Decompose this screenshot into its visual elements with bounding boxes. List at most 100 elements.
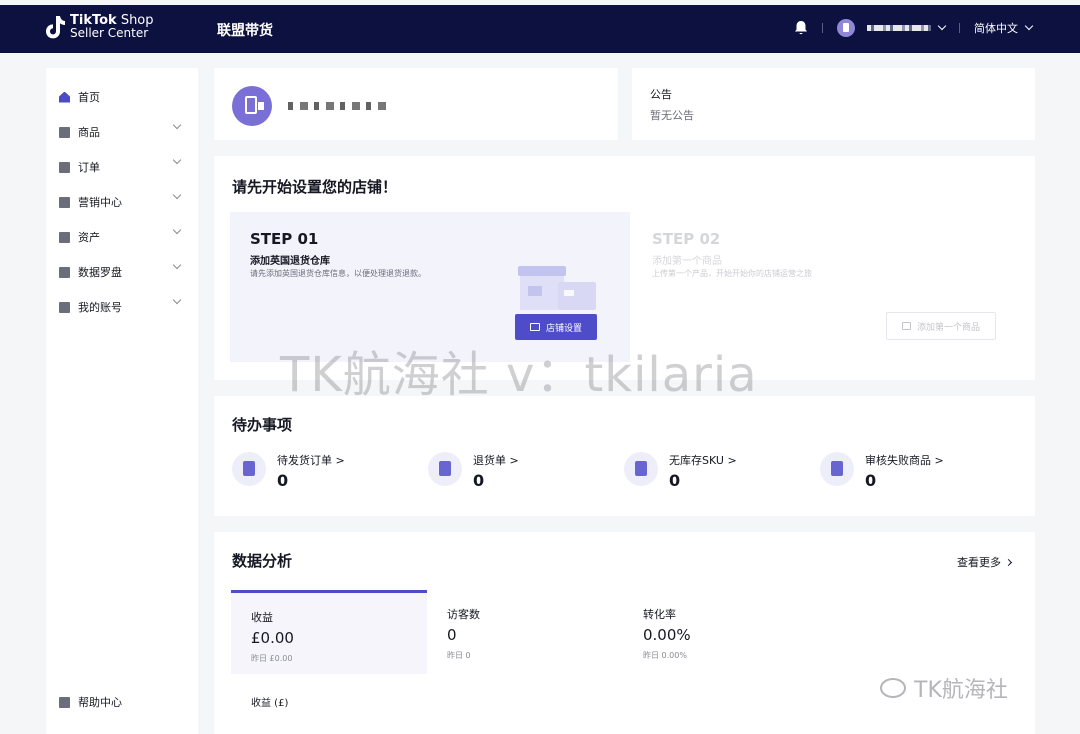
sidebar-item-label: 资产 (78, 231, 100, 244)
todo-label[interactable]: 审核失败商品 > (865, 452, 944, 468)
store-icon-tag (258, 102, 264, 110)
sidebar-item-label: 帮助中心 (78, 696, 122, 709)
add-first-product-label: 添加第一个商品 (916, 322, 980, 333)
chevron-down-icon (172, 120, 182, 130)
metric-label: 收益 (251, 611, 273, 624)
section-title[interactable]: 联盟带货 (217, 20, 273, 40)
shield-x-icon (820, 452, 854, 486)
todo-label[interactable]: 无库存SKU > (669, 452, 737, 468)
step-01-title: STEP 01 (250, 230, 319, 248)
chart-icon (59, 266, 70, 278)
sidebar-item-label: 我的账号 (78, 301, 122, 314)
metric-yesterday: 昨日 0.00% (643, 651, 687, 660)
sidebar-item-help[interactable]: 帮助中心 (46, 692, 198, 712)
sidebar-item-marketing[interactable]: 营销中心 (46, 190, 198, 212)
box-icon (624, 452, 658, 486)
metric-revenue[interactable]: 收益 £0.00 昨日 £0.00 (231, 590, 427, 674)
bell-icon[interactable] (794, 20, 808, 36)
sidebar-item-label: 订单 (78, 161, 100, 174)
product-icon (59, 126, 70, 138)
step-02-title: STEP 02 (652, 230, 721, 248)
setup-title: 请先开始设置您的店铺！ (232, 178, 398, 196)
sidebar-item-account[interactable]: 我的账号 (46, 295, 198, 317)
store-avatar[interactable] (232, 86, 272, 126)
step-01-panel: STEP 01 添加英国退货仓库 请先添加英国退货仓库信息，以便处理退货退款。 … (230, 212, 630, 362)
metric-value: 0 (447, 626, 457, 644)
chevron-down-icon (172, 155, 182, 165)
todo-returns[interactable]: 退货单 > 0 (428, 452, 618, 492)
store-settings-button[interactable]: 店铺设置 (515, 314, 597, 340)
help-icon (59, 696, 70, 708)
sidebar-item-label: 商品 (78, 126, 100, 139)
store-card (214, 68, 618, 140)
sidebar-item-home[interactable]: 首页 (46, 87, 198, 107)
todo-title: 待办事项 (232, 416, 293, 434)
watermark-corner: TK航海社 (880, 672, 1008, 704)
metric-conversion-rate[interactable]: 转化率 0.00% 昨日 0.00% (623, 590, 819, 674)
chevron-down-icon (172, 295, 182, 305)
chevron-down-icon (172, 225, 182, 235)
step-02-subtitle: 添加第一个商品 (652, 256, 722, 267)
sidebar-item-label: 首页 (78, 91, 100, 104)
chevron-down-icon (172, 260, 182, 270)
wallet-icon (59, 231, 70, 243)
store-name-redacted (288, 102, 388, 110)
todo-count: 0 (473, 471, 485, 490)
home-icon (59, 91, 70, 103)
view-more-link[interactable]: 查看更多 (957, 554, 1013, 570)
todo-pending-shipment[interactable]: 待发货订单 > 0 (232, 452, 422, 492)
chevron-down-icon[interactable] (1024, 21, 1034, 31)
metric-label: 转化率 (643, 608, 676, 621)
sidebar-item-label: 营销中心 (78, 196, 122, 209)
sidebar: 首页 商品 订单 营销中心 资产 数据罗盘 我的账号 帮助中心 (46, 68, 198, 734)
language-selector[interactable]: 简体中文 (974, 20, 1018, 36)
sidebar-item-orders[interactable]: 订单 (46, 155, 198, 177)
metric-yesterday: 昨日 £0.00 (251, 654, 293, 663)
notice-text: 暂无公告 (650, 109, 694, 122)
store-icon (529, 323, 540, 331)
view-more-label: 查看更多 (957, 556, 1001, 569)
notice-card: 公告 暂无公告 (632, 68, 1035, 140)
step-02-desc: 上传第一个产品，开始开始你的店铺运营之旅 (652, 269, 812, 278)
product-icon (901, 322, 911, 330)
todo-count: 0 (865, 471, 877, 490)
add-first-product-button[interactable]: 添加第一个商品 (886, 312, 996, 340)
todo-label[interactable]: 退货单 > (473, 452, 519, 468)
sidebar-item-products[interactable]: 商品 (46, 120, 198, 142)
sidebar-item-assets[interactable]: 资产 (46, 225, 198, 247)
brand-subtitle: Seller Center (70, 26, 149, 40)
step-01-subtitle: 添加英国退货仓库 (250, 256, 330, 267)
top-bar: TikTok Shop Seller Center 联盟带货 简体中文 (0, 5, 1080, 53)
document-icon (232, 452, 266, 486)
watermark-corner-text: TK航海社 (914, 678, 1008, 703)
user-name-redacted[interactable] (867, 25, 931, 31)
store-icon (245, 96, 257, 114)
tiktok-logo-icon (46, 16, 65, 39)
tiktok-shop-logo[interactable]: TikTok Shop Seller Center (44, 14, 154, 40)
wechat-icon (880, 678, 906, 698)
megaphone-icon (59, 196, 70, 208)
store-illustration-icon (518, 266, 596, 310)
user-avatar[interactable] (837, 19, 855, 37)
store-settings-label: 店铺设置 (545, 323, 582, 334)
todo-failed-review-products[interactable]: 审核失败商品 > 0 (820, 452, 1010, 492)
metric-value: 0.00% (643, 626, 691, 644)
user-icon (59, 301, 70, 313)
todo-out-of-stock-sku[interactable]: 无库存SKU > 0 (624, 452, 814, 492)
todo-label[interactable]: 待发货订单 > (277, 452, 345, 468)
metric-visitors[interactable]: 访客数 0 昨日 0 (427, 590, 623, 674)
sidebar-item-data-compass[interactable]: 数据罗盘 (46, 260, 198, 282)
todo-count: 0 (669, 471, 681, 490)
chevron-down-icon (172, 190, 182, 200)
metric-label: 访客数 (447, 608, 480, 621)
metric-yesterday: 昨日 0 (447, 651, 471, 660)
topbar-actions: 简体中文 (794, 19, 1034, 37)
notice-title: 公告 (650, 88, 672, 101)
chevron-down-icon[interactable] (937, 21, 947, 31)
analytics-title: 数据分析 (232, 552, 293, 570)
sidebar-item-label: 数据罗盘 (78, 266, 122, 279)
todo-count: 0 (277, 471, 289, 490)
setup-card: 请先开始设置您的店铺！ STEP 01 添加英国退货仓库 请先添加英国退货仓库信… (214, 156, 1035, 380)
divider (822, 23, 823, 33)
chevron-right-icon (1004, 558, 1013, 567)
